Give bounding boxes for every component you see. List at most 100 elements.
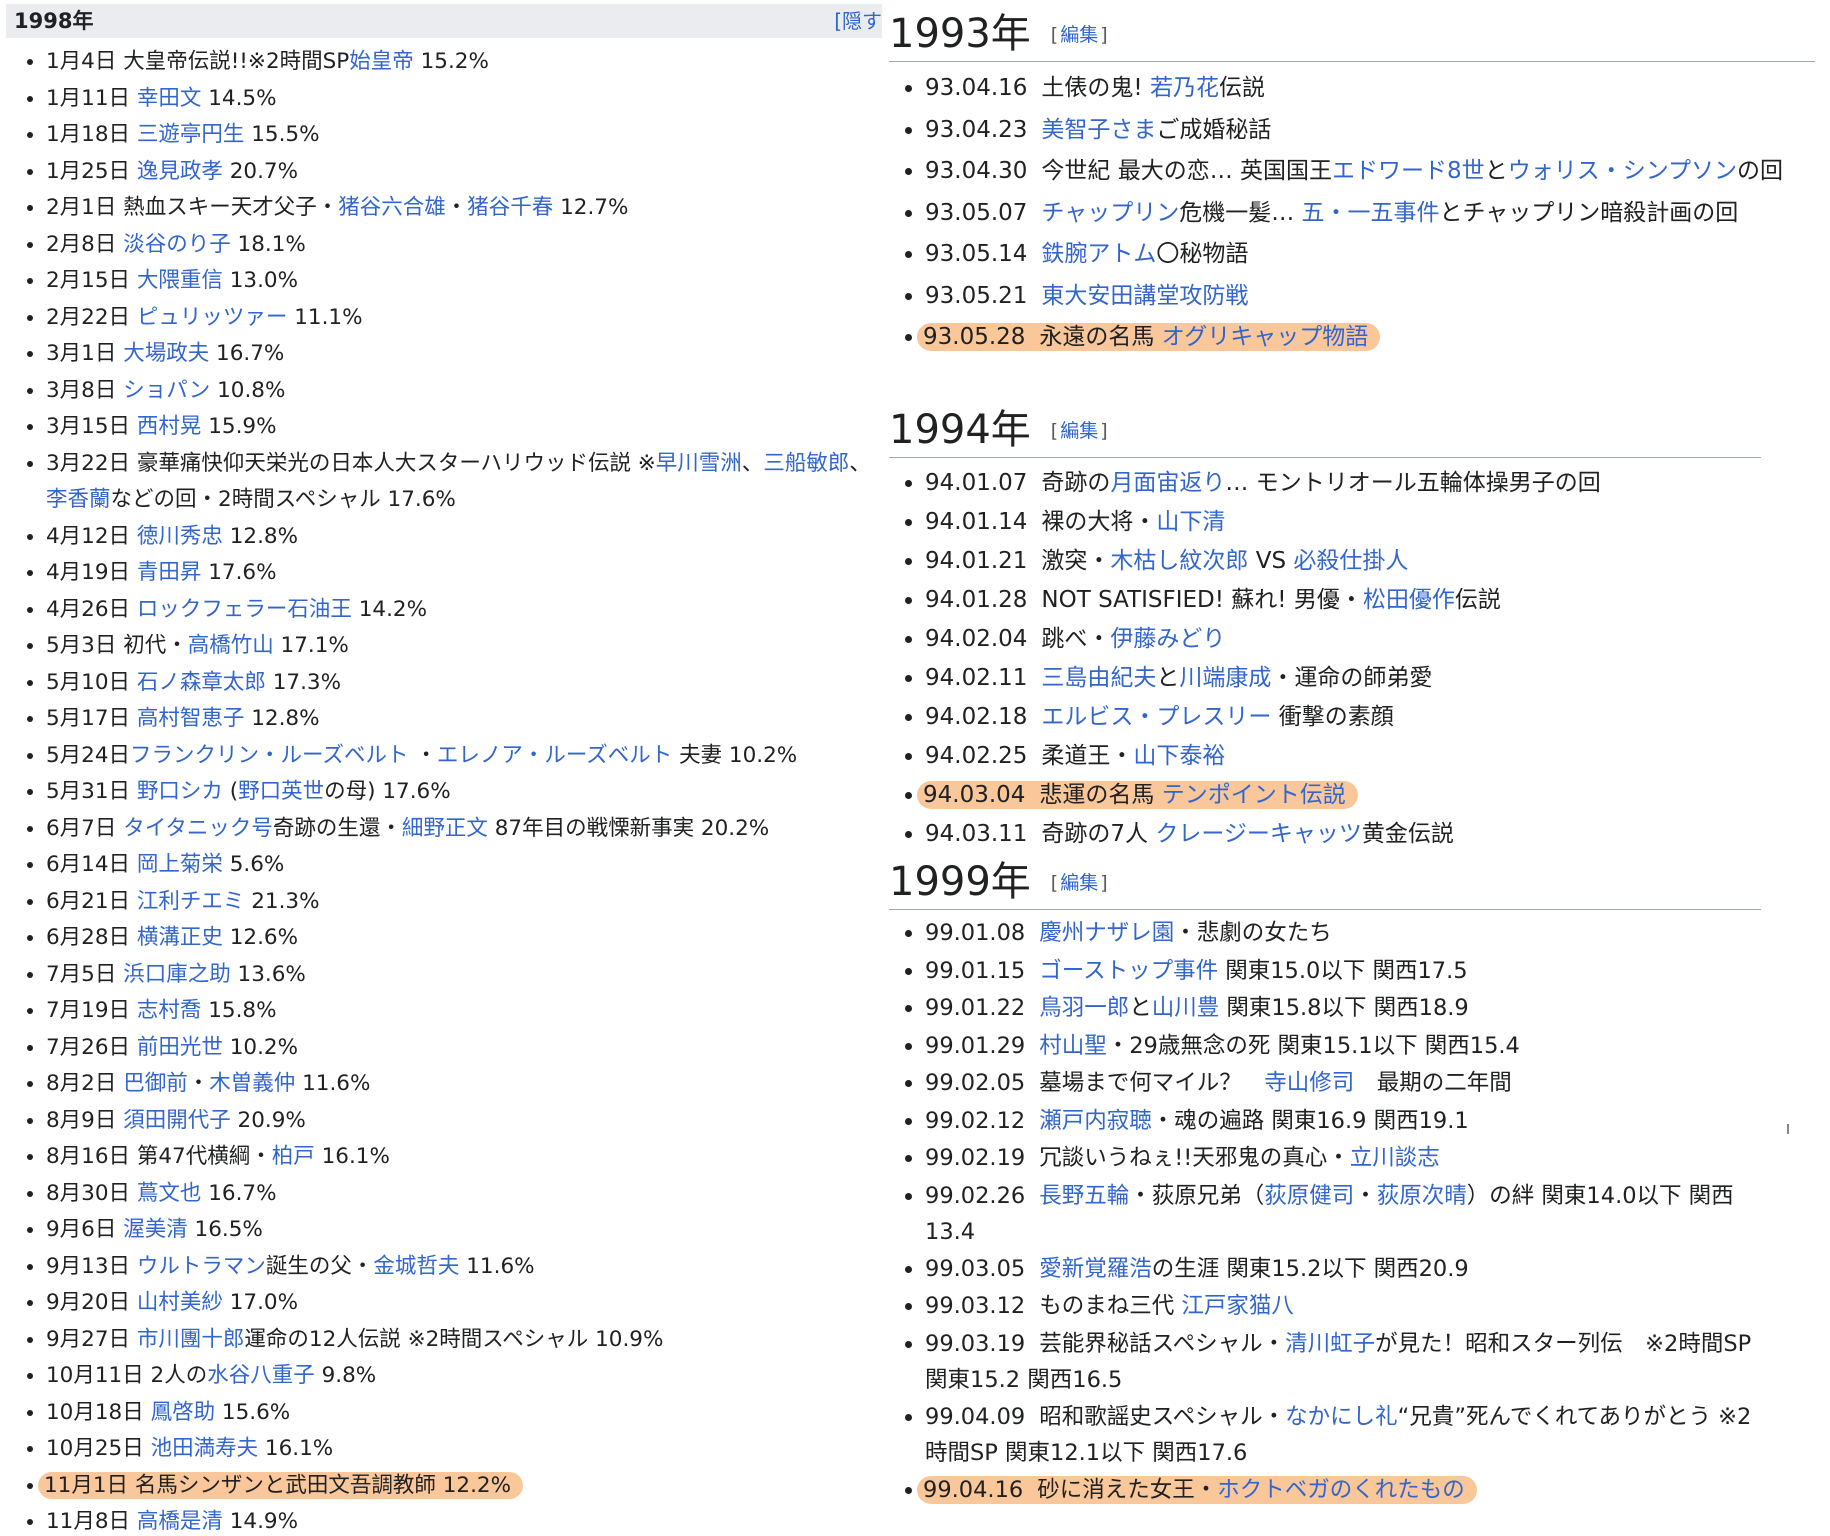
article-link[interactable]: 大隈重信	[137, 268, 223, 293]
article-link[interactable]: 長野五輪	[1039, 1183, 1129, 1209]
article-link[interactable]: 猪谷六合雄	[338, 195, 446, 220]
collapse-toggle[interactable]: [隠す	[834, 4, 882, 38]
article-link[interactable]: 清川虹子	[1285, 1331, 1375, 1357]
article-link[interactable]: 鳥羽一郎	[1039, 995, 1129, 1021]
article-link[interactable]: 三船敏郎	[763, 451, 849, 476]
article-link[interactable]: 五・一五事件	[1302, 200, 1440, 226]
article-link[interactable]: 前田光世	[137, 1035, 223, 1060]
article-link[interactable]: 逸見政孝	[137, 159, 223, 184]
article-link[interactable]: 伊藤みどり	[1110, 626, 1225, 652]
article-link[interactable]: 寺山修司	[1264, 1070, 1354, 1096]
article-link[interactable]: 渥美清	[123, 1217, 188, 1242]
article-link[interactable]: エレノア・ルーズベルト	[437, 743, 672, 768]
article-link[interactable]: 東大安田講堂攻防戦	[1041, 283, 1248, 309]
item-text: 17.3%	[265, 669, 342, 695]
entry-content: 99.03.12 ものまね三代 江戸家猫八	[925, 1293, 1294, 1319]
article-link[interactable]: 三島由紀夫	[1041, 665, 1156, 691]
article-link[interactable]: 早川雪洲	[656, 451, 742, 476]
article-link[interactable]: 松田優作	[1363, 587, 1455, 613]
article-link[interactable]: 山下清	[1156, 509, 1225, 535]
article-link[interactable]: 徳川秀忠	[137, 524, 223, 549]
article-link[interactable]: ホクトベガのくれたもの	[1217, 1477, 1465, 1503]
article-link[interactable]: 山村美紗	[137, 1290, 223, 1315]
article-link[interactable]: なかにし礼	[1285, 1404, 1398, 1430]
article-link[interactable]: タイタニック号	[123, 816, 273, 841]
list-item: 8月2日 巴御前・木曽義仲 11.6%	[46, 1066, 876, 1103]
article-link[interactable]: 野口シカ	[137, 779, 223, 804]
article-link[interactable]: クレージーキャッツ	[1155, 821, 1362, 847]
entry-content: 99.01.29 村山聖・29歳無念の死 関東15.1以下 関西15.4	[925, 1033, 1520, 1059]
article-link[interactable]: 立川談志	[1350, 1145, 1440, 1171]
article-link[interactable]: 必殺仕掛人	[1293, 548, 1408, 574]
entry-content: 9月20日 山村美紗 17.0%	[46, 1290, 298, 1315]
article-link[interactable]: 水谷八重子	[207, 1363, 315, 1388]
article-link[interactable]: 美智子さま	[1041, 117, 1156, 143]
article-link[interactable]: 村山聖	[1039, 1033, 1107, 1059]
article-link[interactable]: 猪谷千春	[467, 195, 553, 220]
entry-content: 93.05.07 チャップリン危機一髪… 五・一五事件とチャップリン暗殺計画の回	[925, 200, 1738, 226]
article-link[interactable]: フランクリン・ルーズベルト	[130, 743, 408, 768]
article-link[interactable]: 岡上菊栄	[137, 852, 223, 877]
article-link[interactable]: 高橋是清	[137, 1509, 223, 1534]
article-link[interactable]: ウルトラマン	[137, 1254, 266, 1279]
article-link[interactable]: 横溝正史	[137, 925, 223, 950]
article-link[interactable]: 青田昇	[137, 560, 202, 585]
article-link[interactable]: 荻原次晴	[1377, 1183, 1467, 1209]
article-link[interactable]: 池田満寿夫	[151, 1436, 259, 1461]
article-link[interactable]: 瀬戸内寂聴	[1039, 1108, 1152, 1134]
edit-link[interactable]: 編集	[1060, 24, 1098, 46]
item-text: ・29歳無念の死 関東15.1以下 関西15.4	[1106, 1032, 1520, 1059]
article-link[interactable]: ロックフェラー石油王	[137, 597, 352, 622]
article-link[interactable]: 淡谷のり子	[123, 232, 231, 257]
article-link[interactable]: 幸田文	[137, 86, 202, 111]
article-link[interactable]: 高橋竹山	[188, 633, 274, 658]
article-link[interactable]: 鳳啓助	[151, 1400, 216, 1425]
article-link[interactable]: エドワード8世	[1332, 158, 1485, 184]
article-link[interactable]: ピュリッツァー	[137, 305, 288, 330]
article-link[interactable]: 山下泰裕	[1133, 743, 1225, 769]
article-link[interactable]: ウォリス・シンプソン	[1508, 158, 1737, 184]
article-link[interactable]: 江利チエミ	[137, 889, 245, 914]
article-link[interactable]: 浜口庫之助	[123, 962, 231, 987]
article-link[interactable]: 須田開代子	[123, 1108, 231, 1133]
article-link[interactable]: 巴御前	[123, 1071, 188, 1096]
article-link[interactable]: ゴーストップ事件	[1039, 958, 1218, 984]
article-link[interactable]: 細野正文	[402, 816, 488, 841]
article-link[interactable]: 西村晃	[137, 414, 202, 439]
article-link[interactable]: テンポイント伝説	[1162, 782, 1346, 808]
article-link[interactable]: エルビス・プレスリー	[1041, 704, 1271, 730]
edit-link[interactable]: 編集	[1060, 420, 1098, 442]
item-text: (	[222, 779, 239, 804]
article-link[interactable]: 野口英世	[238, 779, 324, 804]
article-link[interactable]: 高村智恵子	[137, 706, 245, 731]
article-link[interactable]: 鉄腕アトム	[1041, 241, 1156, 267]
article-link[interactable]: 石ノ森章太郎	[137, 670, 266, 695]
item-text: 2月1日 熱血スキー天才父子・	[46, 195, 339, 220]
air-date: 99.01.15	[925, 957, 1026, 984]
article-link[interactable]: チャップリン	[1041, 200, 1179, 226]
article-link[interactable]: 李香蘭	[46, 487, 111, 512]
article-link[interactable]: 志村喬	[137, 998, 202, 1023]
article-link[interactable]: 川端康成	[1179, 665, 1271, 691]
left-panel-1998: 1998年 [隠す 1月4日 大皇帝伝説!!※2時間SP始皇帝 15.2% 1月1…	[0, 0, 885, 1536]
article-link[interactable]: 金城哲夫	[373, 1254, 459, 1279]
article-link[interactable]: 江戸家猫八	[1181, 1293, 1294, 1319]
article-link[interactable]: 木枯し紋次郎	[1110, 548, 1248, 574]
article-link[interactable]: 始皇帝	[349, 49, 414, 74]
article-link[interactable]: 若乃花	[1150, 75, 1219, 101]
article-link[interactable]: 柏戸	[272, 1144, 315, 1169]
article-link[interactable]: 月面宙返り	[1110, 470, 1225, 496]
article-link[interactable]: ショパン	[123, 378, 210, 403]
air-date: 94.01.21	[925, 548, 1028, 574]
article-link[interactable]: 荻原健司	[1264, 1183, 1354, 1209]
edit-link[interactable]: 編集	[1060, 872, 1098, 894]
article-link[interactable]: 蔦文也	[137, 1181, 202, 1206]
article-link[interactable]: 三遊亭円生	[137, 122, 245, 147]
article-link[interactable]: 愛新覚羅浩	[1039, 1256, 1152, 1282]
article-link[interactable]: 木曽義仲	[209, 1071, 295, 1096]
article-link[interactable]: 慶州ナザレ園	[1039, 920, 1174, 946]
article-link[interactable]: 市川團十郎	[137, 1327, 245, 1352]
article-link[interactable]: 山川豊	[1152, 995, 1220, 1021]
article-link[interactable]: 大場政夫	[123, 341, 209, 366]
article-link[interactable]: オグリキャップ物語	[1162, 324, 1369, 350]
